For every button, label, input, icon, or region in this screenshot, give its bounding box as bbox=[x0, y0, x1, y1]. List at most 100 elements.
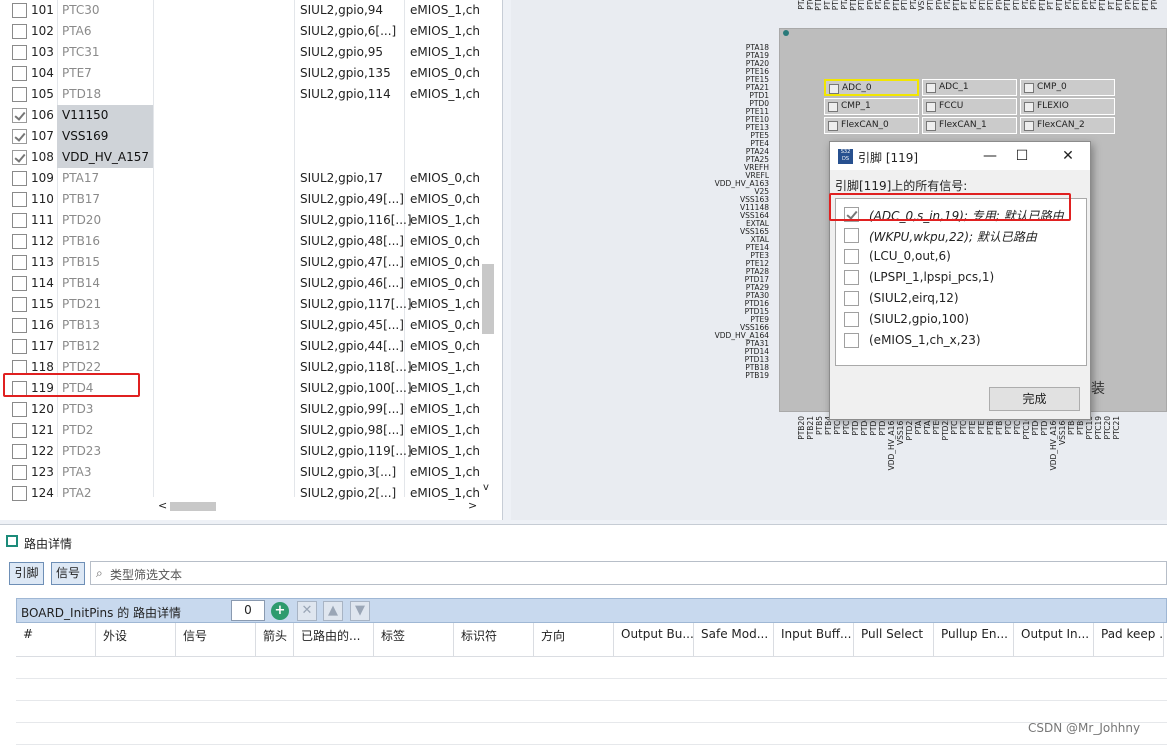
package-pin-label[interactable]: PTB21 bbox=[806, 416, 815, 440]
signal-checkbox[interactable] bbox=[844, 249, 859, 264]
signal-cell[interactable]: eMIOS_0,ch bbox=[410, 255, 480, 269]
signal-cell[interactable]: SIUL2,gpio,45[...] bbox=[300, 318, 404, 332]
peripheral-block[interactable]: FlexCAN_1 bbox=[922, 117, 1017, 134]
package-pin-label[interactable]: PTB bbox=[1072, 0, 1081, 10]
signal-cell[interactable]: SIUL2,gpio,99[...] bbox=[300, 402, 404, 416]
package-pin-label[interactable]: VREFL bbox=[669, 172, 769, 180]
peripheral-block[interactable]: FlexCAN_2 bbox=[1020, 117, 1115, 134]
signal-cell[interactable]: eMIOS_0,ch bbox=[410, 66, 480, 80]
package-pin-label[interactable]: PTB bbox=[986, 0, 995, 10]
signal-cell[interactable]: eMIOS_1,ch bbox=[410, 402, 480, 416]
signal-cell[interactable]: SIUL2,gpio,46[...] bbox=[300, 276, 404, 290]
column-header[interactable]: Pad keep ... bbox=[1094, 623, 1164, 657]
package-pin-label[interactable]: VSS167 bbox=[896, 416, 905, 445]
pin-checkbox[interactable] bbox=[12, 402, 27, 417]
peripheral-checkbox[interactable] bbox=[926, 121, 936, 131]
package-pin-label[interactable]: PTB18 bbox=[669, 364, 769, 372]
signal-cell[interactable]: SIUL2,gpio,6[...] bbox=[300, 24, 396, 38]
pin-row[interactable]: 101 PTC30 SIUL2,gpio,94 eMIOS_1,ch bbox=[0, 0, 490, 21]
package-pin-label[interactable]: PTD16 bbox=[669, 300, 769, 308]
package-pin-label[interactable]: XTAL bbox=[669, 236, 769, 244]
column-header[interactable]: 已路由的... bbox=[294, 623, 374, 657]
signal-cell[interactable]: SIUL2,gpio,49[...] bbox=[300, 192, 404, 206]
signal-checkbox[interactable] bbox=[844, 228, 859, 243]
signal-cell[interactable]: eMIOS_0,ch bbox=[410, 234, 480, 248]
package-pin-label[interactable]: PTC21 bbox=[1112, 416, 1121, 439]
package-pin-label[interactable]: PTD bbox=[1055, 0, 1064, 11]
pin-row[interactable]: 116 PTB13 SIUL2,gpio,45[...] eMIOS_0,ch bbox=[0, 315, 490, 336]
signal-cell[interactable]: SIUL2,gpio,17 bbox=[300, 171, 383, 185]
column-header[interactable]: Input Buff... bbox=[774, 623, 854, 657]
pin-checkbox[interactable] bbox=[12, 444, 27, 459]
pin-row[interactable]: 108 VDD_HV_A157 bbox=[0, 147, 490, 168]
pin-checkbox[interactable] bbox=[12, 423, 27, 438]
package-pin-label[interactable]: VDD_HV_A164 bbox=[669, 332, 769, 340]
pin-checkbox[interactable] bbox=[12, 213, 27, 228]
package-pin-label[interactable]: PTD14 bbox=[669, 348, 769, 356]
signal-cell[interactable]: eMIOS_1,ch bbox=[410, 444, 480, 458]
signal-option[interactable]: (SIUL2,gpio,100) bbox=[842, 309, 1082, 330]
package-pin-label[interactable]: VSS163 bbox=[669, 196, 769, 204]
package-pin-label[interactable]: PTE15 bbox=[669, 76, 769, 84]
pin-row[interactable]: 121 PTD2 SIUL2,gpio,98[...] eMIOS_1,ch bbox=[0, 420, 490, 441]
pin-checkbox[interactable] bbox=[12, 297, 27, 312]
package-pin-label[interactable]: PTB20 bbox=[797, 416, 806, 440]
package-pin-label[interactable]: PTA bbox=[969, 0, 978, 10]
table-row[interactable] bbox=[16, 701, 1167, 723]
package-pin-label[interactable]: EXTAL bbox=[669, 220, 769, 228]
signal-view-toggle[interactable]: 信号 bbox=[51, 562, 85, 585]
move-down-button[interactable]: ▼ bbox=[350, 601, 370, 621]
package-pin-label[interactable]: VDD_HV_A165 bbox=[887, 416, 896, 470]
table-row[interactable] bbox=[16, 723, 1167, 745]
signal-cell[interactable]: eMIOS_1,ch bbox=[410, 45, 480, 59]
package-pin-label[interactable]: PTB bbox=[1012, 0, 1021, 10]
signal-cell[interactable]: eMIOS_0,ch bbox=[410, 318, 480, 332]
pin-checkbox[interactable] bbox=[12, 3, 27, 18]
package-pin-label[interactable]: PTE13 bbox=[669, 124, 769, 132]
signal-cell[interactable]: SIUL2,gpio,2[...] bbox=[300, 486, 396, 500]
add-row-button[interactable]: + bbox=[271, 602, 289, 620]
pin-checkbox[interactable] bbox=[12, 108, 27, 123]
package-pin-label[interactable]: PTA30 bbox=[669, 292, 769, 300]
pin-checkbox[interactable] bbox=[12, 24, 27, 39]
signal-cell[interactable]: eMIOS_1,ch bbox=[410, 360, 480, 374]
peripheral-block[interactable]: ADC_1 bbox=[922, 79, 1017, 96]
package-pin-label[interactable]: PTC bbox=[1029, 0, 1038, 10]
peripheral-checkbox[interactable] bbox=[926, 83, 936, 93]
table-row[interactable] bbox=[16, 679, 1167, 701]
package-pin-label[interactable]: PTA bbox=[797, 0, 806, 10]
package-pin-label[interactable]: PTA29 bbox=[669, 284, 769, 292]
pin-checkbox[interactable] bbox=[12, 339, 27, 354]
package-pin-label[interactable]: VDD_HV_A166 bbox=[1049, 416, 1058, 470]
package-pin-label[interactable]: PTD bbox=[1115, 0, 1124, 11]
package-pin-label[interactable]: PTE9 bbox=[669, 316, 769, 324]
pin-checkbox[interactable] bbox=[12, 486, 27, 501]
peripheral-block[interactable]: FLEXIO bbox=[1020, 98, 1115, 115]
pin-checkbox[interactable] bbox=[12, 318, 27, 333]
peripheral-checkbox[interactable] bbox=[926, 102, 936, 112]
package-pin-label[interactable]: PTA20 bbox=[669, 60, 769, 68]
signal-cell[interactable]: SIUL2,gpio,47[...] bbox=[300, 255, 404, 269]
signal-option[interactable]: (SIUL2,eirq,12) bbox=[842, 288, 1082, 309]
signal-checkbox[interactable] bbox=[844, 312, 859, 327]
pin-row[interactable]: 102 PTA6 SIUL2,gpio,6[...] eMIOS_1,ch bbox=[0, 21, 490, 42]
package-pin-label[interactable]: PTE11 bbox=[669, 108, 769, 116]
pin-row[interactable]: 105 PTD18 SIUL2,gpio,114 eMIOS_1,ch bbox=[0, 84, 490, 105]
signal-cell[interactable]: eMIOS_1,ch bbox=[410, 297, 480, 311]
pin-row[interactable]: 115 PTD21 SIUL2,gpio,117[...] eMIOS_1,ch bbox=[0, 294, 490, 315]
pin-row[interactable]: 123 PTA3 SIUL2,gpio,3[...] eMIOS_1,ch bbox=[0, 462, 490, 483]
package-pin-label[interactable]: PTB bbox=[926, 0, 935, 10]
peripheral-block[interactable]: CMP_0 bbox=[1020, 79, 1115, 96]
column-header[interactable]: Pull Select bbox=[854, 623, 934, 657]
pin-row[interactable]: 117 PTB12 SIUL2,gpio,44[...] eMIOS_0,ch bbox=[0, 336, 490, 357]
package-pin-label[interactable]: PTC20 bbox=[1103, 416, 1112, 439]
package-pin-label[interactable]: VDD_HV_A163 bbox=[669, 180, 769, 188]
package-pin-label[interactable]: VREFH bbox=[669, 164, 769, 172]
signal-cell[interactable]: eMIOS_1,ch bbox=[410, 24, 480, 38]
peripheral-checkbox[interactable] bbox=[1024, 121, 1034, 131]
column-header[interactable]: 标签 bbox=[374, 623, 454, 657]
column-header[interactable]: Output Bu... bbox=[614, 623, 694, 657]
pin-checkbox[interactable] bbox=[12, 171, 27, 186]
pin-row[interactable]: 106 V11150 bbox=[0, 105, 490, 126]
package-pin-label[interactable]: PTB19 bbox=[669, 372, 769, 380]
